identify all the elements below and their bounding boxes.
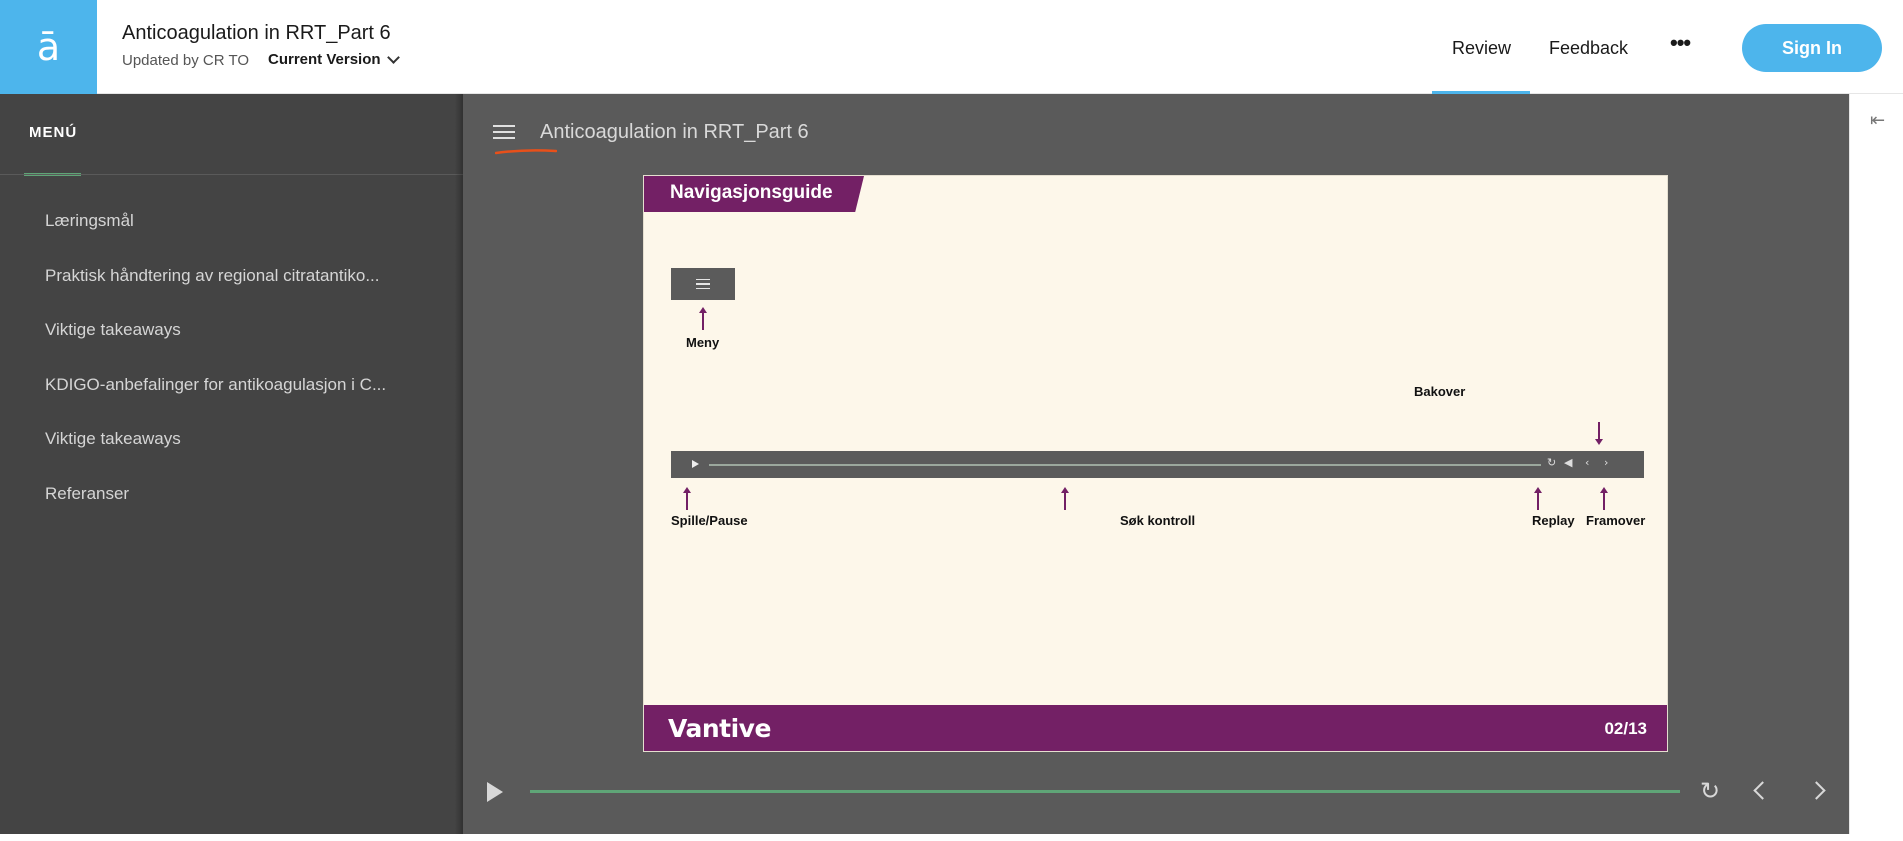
app-logo[interactable]: ā [0, 0, 97, 94]
app-root: ā Anticoagulation in RRT_Part 6 Updated … [0, 0, 1903, 841]
menu-heading: MENÚ [29, 124, 78, 141]
label-replay: Replay [1532, 513, 1575, 528]
chevron-left-icon: ‹ [1585, 456, 1590, 469]
arrow-down-icon [1595, 422, 1603, 445]
player-bar-illustration: ↻ ◀ ‹ › [671, 451, 1644, 478]
arrow-up-icon [1600, 487, 1608, 510]
arrow-up-icon [699, 307, 707, 330]
course-menu-sidebar: MENÚ Læringsmål Praktisk håndtering av r… [0, 94, 463, 834]
label-menu: Meny [686, 335, 720, 350]
replay-icon[interactable]: ↻ [1700, 777, 1720, 805]
brand-logo: Vantive [668, 714, 771, 743]
label-back: Bakover [1414, 384, 1466, 399]
hamburger-icon[interactable] [493, 124, 515, 140]
nav-feedback[interactable]: Feedback [1549, 38, 1628, 59]
right-rail: ⇤ [1849, 94, 1903, 834]
lesson-stage: Anticoagulation in RRT_Part 6 Navigasjon… [463, 94, 1849, 834]
arrow-up-icon [683, 487, 691, 510]
arrow-up-icon [1061, 487, 1069, 510]
label-forward: Framover [1586, 513, 1646, 528]
slide-footer: Vantive 02/13 [644, 705, 1667, 751]
menu-list: Læringsmål Praktisk håndtering av region… [0, 194, 463, 521]
menu-item[interactable]: Viktige takeaways [0, 412, 463, 467]
chevron-down-icon [386, 51, 400, 64]
slide-canvas: Navigasjonsguide Meny Bakover ↻ ◀ ‹ › Sp… [643, 175, 1668, 752]
chevron-right-icon: › [1604, 456, 1609, 469]
annotation-underline [495, 149, 557, 155]
sign-in-button[interactable]: Sign In [1742, 24, 1882, 72]
arrow-up-icon [1534, 487, 1542, 510]
version-dropdown[interactable]: Current Version [268, 51, 400, 68]
menu-item[interactable]: Viktige takeaways [0, 303, 463, 358]
label-play-pause: Spille/Pause [671, 513, 748, 528]
updated-by-text: Updated by CR TO [122, 52, 250, 69]
more-options-icon[interactable]: ••• [1670, 30, 1691, 56]
menu-divider [0, 174, 463, 175]
menu-item[interactable]: Referanser [0, 467, 463, 522]
label-seek: Søk kontroll [1120, 513, 1196, 528]
slide-menu-illustration [671, 268, 735, 300]
slide-page-number: 02/13 [1604, 719, 1647, 738]
progress-bar[interactable] [530, 790, 1680, 793]
slide-title: Navigasjonsguide [670, 182, 833, 203]
chevron-right-icon[interactable] [1807, 781, 1826, 800]
course-title: Anticoagulation in RRT_Part 6 [122, 22, 391, 44]
menu-item[interactable]: Læringsmål [0, 194, 463, 249]
version-label: Current Version [268, 51, 381, 68]
lesson-title: Anticoagulation in RRT_Part 6 [540, 121, 809, 143]
replay-icon: ↻ [1547, 456, 1557, 469]
top-header: ā Anticoagulation in RRT_Part 6 Updated … [0, 0, 1903, 94]
chevron-left-icon[interactable] [1753, 781, 1772, 800]
logo-icon: ā [36, 25, 61, 69]
nav-review[interactable]: Review [1452, 38, 1511, 59]
play-button[interactable] [487, 782, 503, 802]
bottom-strip [0, 834, 1903, 841]
collapse-panel-icon[interactable]: ⇤ [1870, 110, 1885, 131]
play-icon [692, 460, 699, 468]
menu-item[interactable]: Praktisk håndtering av regional citratan… [0, 249, 463, 304]
menu-item[interactable]: KDIGO-anbefalinger for antikoagulasjon i… [0, 358, 463, 413]
volume-icon: ◀ [1564, 456, 1573, 469]
seek-track [709, 463, 1541, 466]
